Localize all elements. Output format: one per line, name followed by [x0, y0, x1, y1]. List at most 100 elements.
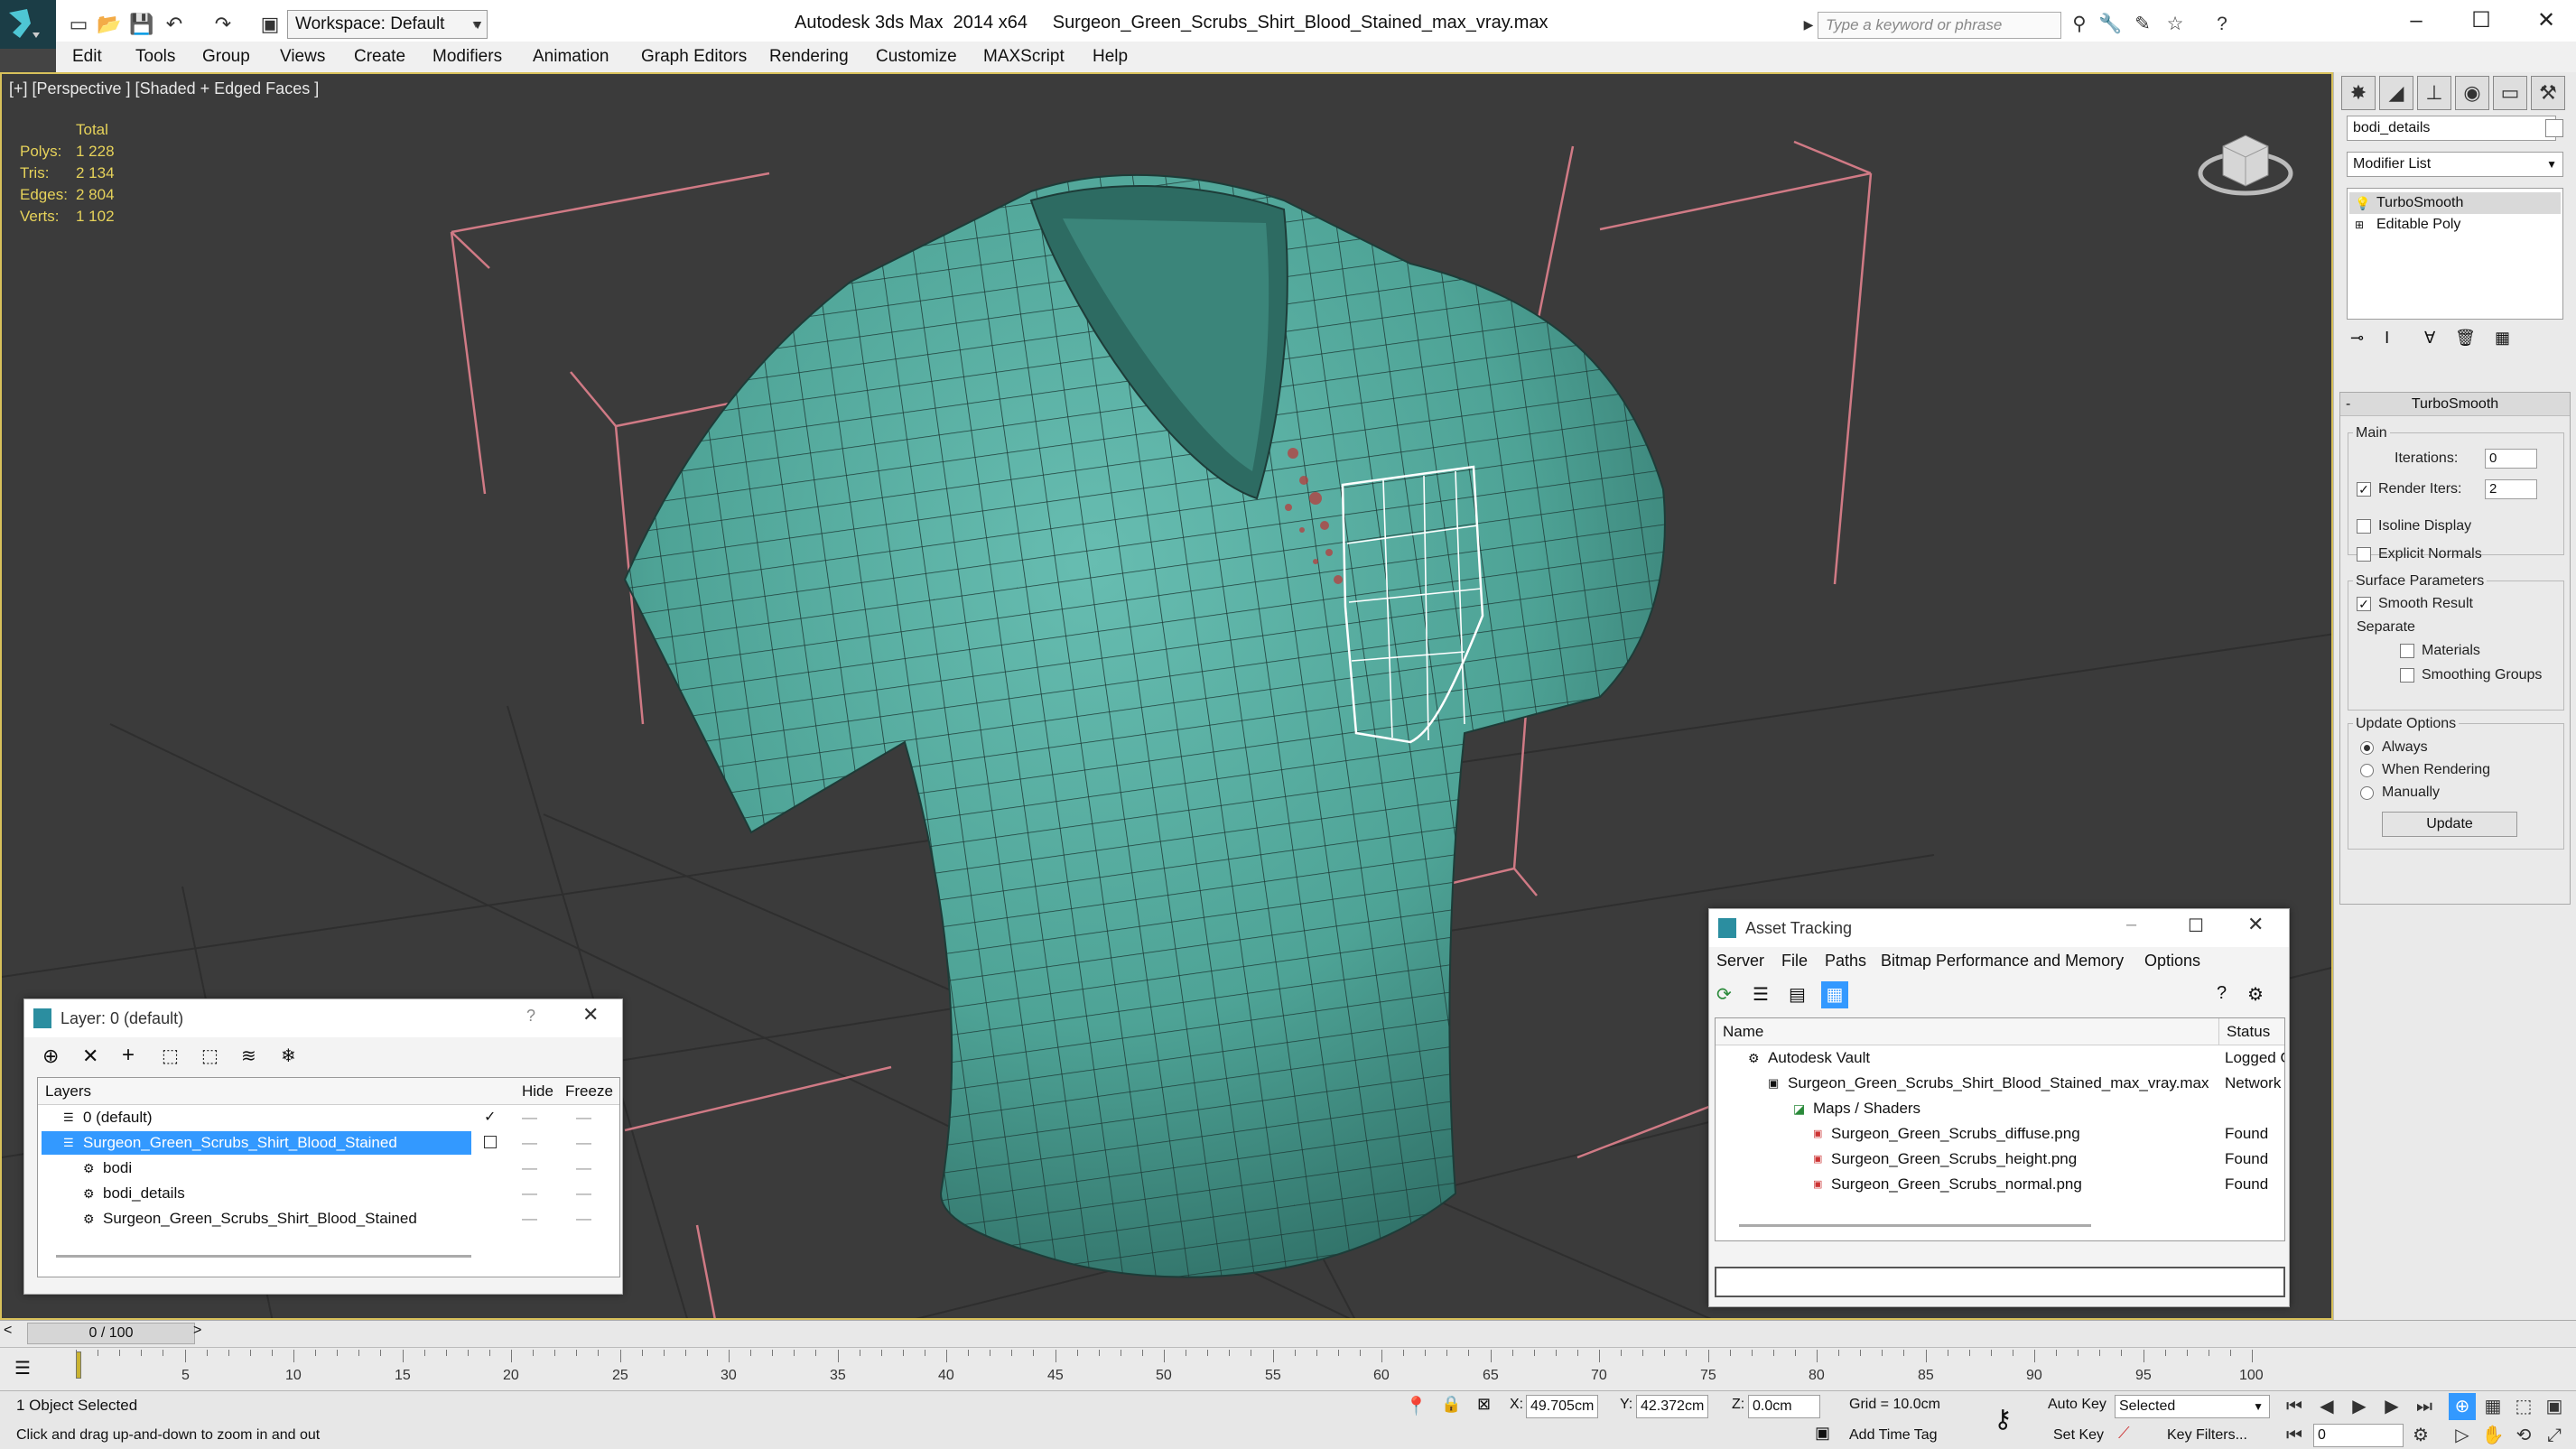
- layer-row[interactable]: ⚙ Surgeon_Green_Scrubs_Shirt_Blood_Stain…: [38, 1206, 619, 1231]
- go-to-end-icon[interactable]: ⏭: [2411, 1393, 2438, 1420]
- update-button[interactable]: Update: [2382, 812, 2517, 837]
- smoothing-groups-checkbox[interactable]: [2400, 668, 2414, 683]
- modifier-list-dropdown[interactable]: Modifier List ▼: [2347, 152, 2563, 177]
- asset-row[interactable]: ▣ Surgeon_Green_Scrubs_diffuse.png Found: [1716, 1121, 2284, 1147]
- viewport-label[interactable]: [+] [Perspective ] [Shaded + Edged Faces…: [9, 79, 319, 98]
- auto-key-button[interactable]: Auto Key: [2048, 1397, 2106, 1413]
- layer-close-icon[interactable]: ✕: [582, 1003, 599, 1026]
- zoom-all-icon[interactable]: ▦: [2479, 1393, 2506, 1420]
- utilities-tab-icon[interactable]: ⚒: [2531, 76, 2565, 110]
- turbosmooth-rollout-header[interactable]: - TurboSmooth: [2340, 393, 2570, 416]
- redo-icon[interactable]: ↷: [209, 11, 237, 38]
- asset-menu-file[interactable]: File: [1781, 947, 1808, 974]
- time-tag-icon[interactable]: ▣: [1815, 1424, 1830, 1443]
- field-of-view-icon[interactable]: ▷: [2449, 1422, 2476, 1449]
- add-to-layer-icon[interactable]: +: [122, 1043, 135, 1068]
- search-input[interactable]: Type a keyword or phrase: [1818, 12, 2061, 39]
- open-file-icon[interactable]: 📂: [96, 11, 123, 38]
- list-view-icon[interactable]: ☰: [1753, 983, 1769, 1006]
- motion-tab-icon[interactable]: ◉: [2455, 76, 2489, 110]
- smooth-result-checkbox[interactable]: ✓: [2357, 597, 2371, 611]
- absolute-mode-icon[interactable]: ⊠: [1477, 1395, 1491, 1414]
- isoline-display-checkbox[interactable]: [2357, 519, 2371, 534]
- configure-sets-icon[interactable]: ▦: [2495, 329, 2510, 348]
- select-in-layer-icon[interactable]: ⬚: [162, 1045, 179, 1067]
- modify-tab-icon[interactable]: ◢: [2379, 76, 2413, 110]
- asset-close-icon[interactable]: ✕: [2247, 913, 2264, 936]
- create-layer-icon[interactable]: ⊕: [42, 1045, 59, 1068]
- asset-horizontal-scrollbar[interactable]: [1739, 1224, 2091, 1227]
- previous-frame-icon[interactable]: ◀: [2313, 1393, 2340, 1420]
- key-filters-button[interactable]: Key Filters...: [2167, 1427, 2247, 1444]
- isolate-selection-icon[interactable]: 📍: [1405, 1395, 1427, 1417]
- y-coordinate-field[interactable]: 42.372cm: [1636, 1395, 1708, 1418]
- orbit-icon[interactable]: ⟲: [2510, 1422, 2537, 1449]
- freeze-all-layers-icon[interactable]: ❄: [281, 1045, 296, 1067]
- z-coordinate-field[interactable]: 0.0cm: [1748, 1395, 1820, 1418]
- render-iters-spinner[interactable]: 2: [2485, 479, 2537, 499]
- asset-menu-bitmap[interactable]: Bitmap Performance and Memory: [1881, 947, 2124, 974]
- menu-rendering[interactable]: Rendering: [769, 45, 849, 69]
- time-next-icon[interactable]: >: [193, 1323, 201, 1339]
- when-rendering-radio[interactable]: [2360, 764, 2374, 777]
- stack-item-editable-poly[interactable]: ⊞ Editable Poly: [2349, 214, 2561, 236]
- set-key-mode-icon[interactable]: ⚷: [1994, 1404, 2013, 1434]
- time-slider-thumb[interactable]: 0 / 100: [27, 1323, 195, 1344]
- render-iters-checkbox[interactable]: ✓: [2357, 482, 2371, 497]
- col-hide[interactable]: Hide: [522, 1078, 553, 1105]
- pin-stack-icon[interactable]: ⊸: [2350, 329, 2364, 348]
- maximize-viewport-icon[interactable]: ⤢: [2541, 1422, 2568, 1449]
- layer-row[interactable]: ☰ Surgeon_Green_Scrubs_Shirt_Blood_Stain…: [38, 1130, 619, 1156]
- time-prev-icon[interactable]: <: [4, 1323, 12, 1339]
- asset-help-icon[interactable]: ?: [2217, 983, 2227, 1004]
- object-name-field[interactable]: bodi_details: [2347, 116, 2556, 141]
- menu-help[interactable]: Help: [1093, 45, 1128, 69]
- make-unique-icon[interactable]: ∀: [2424, 329, 2435, 348]
- key-mode-icon[interactable]: ⟋: [2118, 1424, 2130, 1443]
- lightbulb-icon[interactable]: 💡: [2355, 192, 2370, 214]
- asset-menu-server[interactable]: Server: [1716, 947, 1764, 974]
- col-layers[interactable]: Layers: [45, 1078, 91, 1105]
- delete-layer-icon[interactable]: ✕: [82, 1045, 98, 1068]
- track-bar-menu-icon[interactable]: ☰: [14, 1357, 31, 1379]
- asset-minimize-icon[interactable]: –: [2126, 915, 2136, 935]
- zoom-extents-icon[interactable]: ⬚: [2510, 1393, 2537, 1420]
- next-frame-icon[interactable]: ▶: [2378, 1393, 2405, 1420]
- menu-customize[interactable]: Customize: [876, 45, 957, 69]
- go-to-start-icon[interactable]: ⏮: [2281, 1393, 2308, 1420]
- set-active-box[interactable]: [484, 1136, 497, 1148]
- expand-icon[interactable]: ⊞: [2355, 214, 2364, 236]
- menu-views[interactable]: Views: [280, 45, 325, 69]
- col-freeze[interactable]: Freeze: [565, 1078, 613, 1105]
- manually-radio[interactable]: [2360, 786, 2374, 800]
- asset-maximize-icon[interactable]: ☐: [2188, 915, 2204, 937]
- new-file-icon[interactable]: ▭: [65, 11, 92, 38]
- subscription-icon[interactable]: 🔧: [2098, 13, 2122, 36]
- project-folder-icon[interactable]: ▣: [256, 11, 284, 38]
- iterations-spinner[interactable]: 0: [2485, 449, 2537, 469]
- show-end-result-icon[interactable]: Ⅰ: [2385, 329, 2389, 348]
- selection-lock-icon[interactable]: 🔒: [1441, 1395, 1461, 1414]
- binoculars-icon[interactable]: ⚲: [2068, 13, 2091, 36]
- x-coordinate-field[interactable]: 49.705cm: [1526, 1395, 1598, 1418]
- asset-row[interactable]: ▣ Surgeon_Green_Scrubs_normal.png Found: [1716, 1172, 2284, 1197]
- asset-menu-options[interactable]: Options: [2144, 947, 2200, 974]
- explicit-normals-checkbox[interactable]: [2357, 547, 2371, 562]
- undo-icon[interactable]: ↶: [161, 11, 188, 38]
- asset-path-field[interactable]: [1715, 1267, 2285, 1297]
- stack-item-turbosmooth[interactable]: 💡 TurboSmooth: [2349, 192, 2561, 214]
- key-mode-toggle-icon[interactable]: ⏮: [2281, 1422, 2308, 1449]
- menu-modifiers[interactable]: Modifiers: [432, 45, 502, 69]
- asset-settings-icon[interactable]: ⚙: [2247, 983, 2264, 1006]
- favorites-icon[interactable]: ☆: [2163, 13, 2187, 36]
- add-time-tag-button[interactable]: Add Time Tag: [1849, 1427, 1938, 1444]
- workspace-dropdown[interactable]: Workspace: Default ▼: [287, 10, 488, 39]
- asset-row[interactable]: ◪ Maps / Shaders: [1716, 1096, 2284, 1121]
- table-view-icon[interactable]: ▦: [1821, 981, 1848, 1008]
- save-icon[interactable]: 💾: [128, 11, 155, 38]
- materials-checkbox[interactable]: [2400, 644, 2414, 658]
- workspace-arrow-icon[interactable]: ▼: [464, 11, 491, 38]
- play-icon[interactable]: ▶: [2346, 1393, 2373, 1420]
- key-selection-dropdown[interactable]: Selected ▼: [2115, 1395, 2270, 1418]
- menu-graph-editors[interactable]: Graph Editors: [641, 45, 747, 69]
